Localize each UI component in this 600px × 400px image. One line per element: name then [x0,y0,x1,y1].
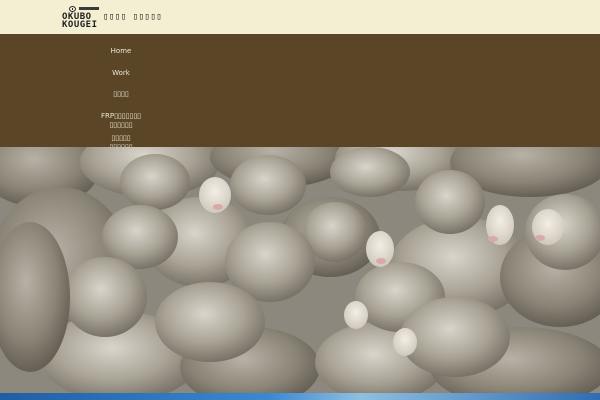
nav-item-label: ▯▯▯▯▯ [111,134,131,142]
nav-item-sublabel: ▯▯▯▯▯▯ [109,121,133,129]
nav-item-3[interactable]: ▯▯▯▯ [90,90,152,99]
nav-item-label: Home [110,47,132,55]
logo-bar [79,7,99,10]
nav-item-frp[interactable]: FRP▯▯▯▯▯▯▯ ▯▯▯▯▯▯ [90,112,152,130]
nav-item-label: FRP▯▯▯▯▯▯▯ [100,112,142,120]
hero-image-sheep [0,147,600,393]
logo-text-line2: KOUGEI [62,20,98,30]
nav-item-label: ▯▯▯▯ [113,90,129,98]
nav-item-work[interactable]: Work [90,69,152,78]
bottom-strip [0,393,600,400]
site-logo[interactable]: OKUBO KOUGEI [62,6,100,30]
sheep-flock-illustration [0,147,600,393]
site-header: OKUBO KOUGEI ▯▯▯▯ ▯▯▯▯▯ [0,0,600,34]
nav-item-label: Work [112,69,130,77]
nav-item-home[interactable]: Home [90,47,152,56]
site-name[interactable]: ▯▯▯▯ ▯▯▯▯▯ [103,12,162,22]
